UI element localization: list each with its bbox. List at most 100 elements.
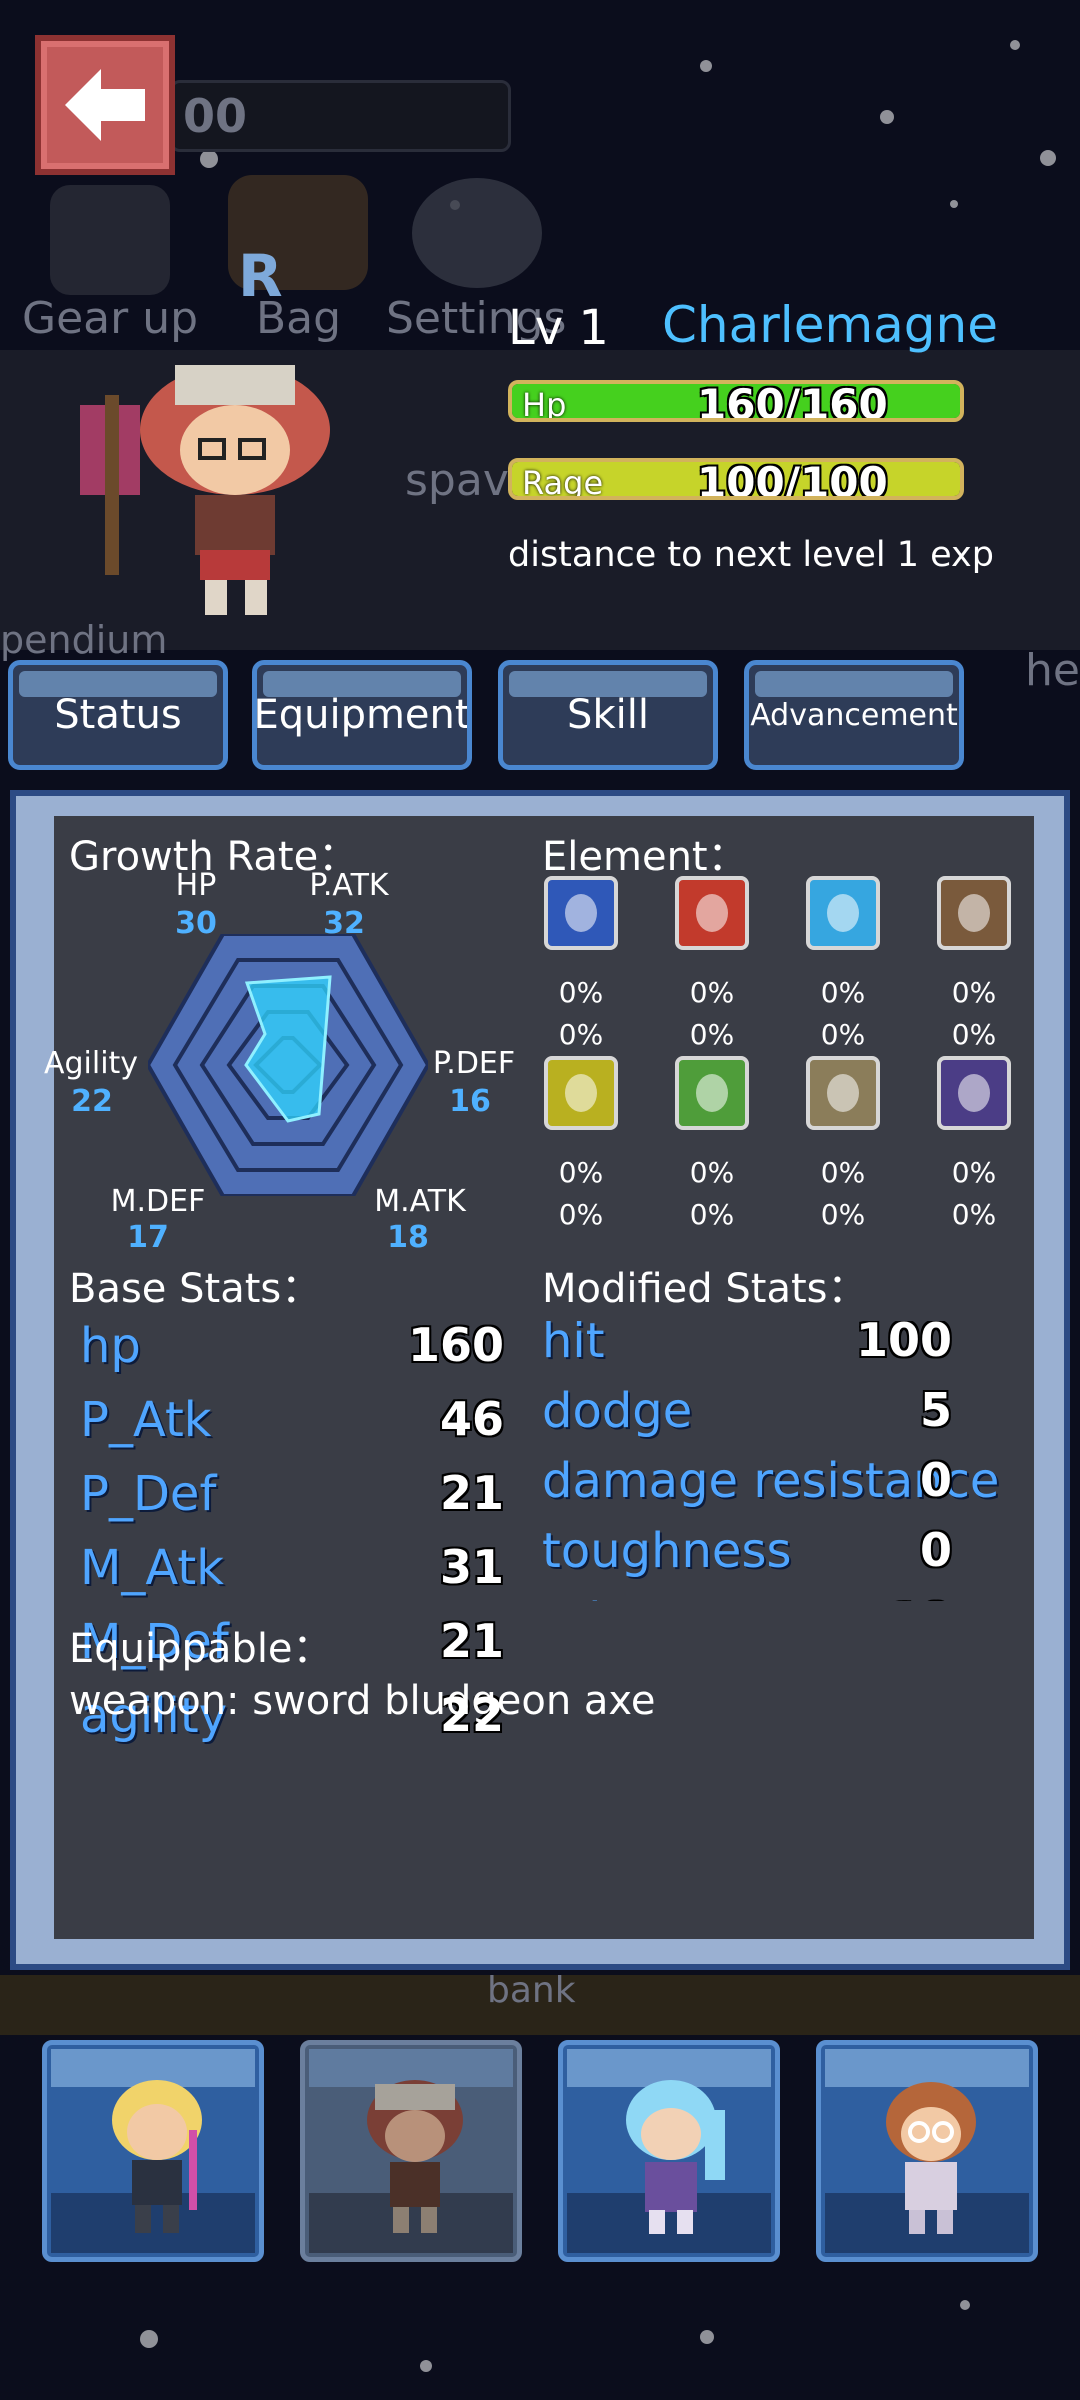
wind-icon-glyph — [696, 1074, 728, 1112]
bank-label: bank — [487, 1970, 576, 2011]
party-slot-1[interactable] — [42, 2040, 264, 2262]
hp-value: 160/160 — [697, 380, 888, 422]
tab-advancement[interactable]: Advancement — [744, 660, 964, 770]
element-resist-value: 0% — [820, 1156, 866, 1189]
party-slot-3[interactable] — [558, 2040, 780, 2262]
growth-label-agility: Agility — [43, 1046, 139, 1081]
base-stats-title: Base Stats： — [69, 1266, 322, 1312]
rage-value: 100/100 — [697, 458, 888, 500]
water-icon[interactable] — [806, 876, 880, 950]
element-resist-value: 0% — [689, 1156, 735, 1189]
element-damage-value: 0% — [689, 1198, 735, 1231]
base-stat-value: 46 — [439, 1392, 504, 1446]
dark-icon[interactable] — [937, 1056, 1011, 1130]
hero-name: Charlemagne — [662, 296, 998, 354]
party-slot-4[interactable] — [816, 2040, 1038, 2262]
spawn-label: spav — [405, 455, 509, 506]
gear-up-icon — [50, 185, 170, 295]
light-icon[interactable] — [806, 1056, 880, 1130]
hp-label: Hp — [522, 386, 567, 422]
tab-skill[interactable]: Skill — [498, 660, 718, 770]
tab-equipment-label: Equipment — [253, 692, 471, 738]
fire-icon-glyph — [696, 894, 728, 932]
base-stat-name: P_Atk — [80, 1392, 212, 1448]
base-stat-value: 31 — [439, 1540, 504, 1594]
growth-radar-chart — [148, 934, 428, 1196]
growth-value-mdef: 17 — [127, 1220, 169, 1255]
light-icon-glyph — [827, 1074, 859, 1112]
party-slot-2[interactable] — [300, 2040, 522, 2262]
modified-stats-scroll[interactable]: hit 100 dodge 5 damage resistance 0 toughness 0… — [542, 1321, 1034, 1601]
base-stat-value: 21 — [439, 1466, 504, 1520]
rage-label: Rage — [522, 464, 604, 500]
lightning-icon-glyph — [565, 1074, 597, 1112]
growth-label-pdef: P.DEF — [432, 1046, 516, 1081]
element-resist-value: 0% — [558, 1156, 604, 1189]
ice-icon-glyph — [565, 894, 597, 932]
growth-value-patk: 32 — [323, 906, 365, 941]
bandana-warrior-portrait — [367, 2080, 463, 2233]
blue-hair-mage-portrait — [626, 2080, 725, 2234]
tab-advancement-label: Advancement — [750, 697, 958, 733]
gold-value: 00 — [183, 89, 248, 143]
base-stat-name: hp — [80, 1318, 141, 1374]
modified-stats-title: Modified Stats： — [542, 1266, 868, 1312]
element-resist-value: 0% — [951, 1156, 997, 1189]
hero-level: Lv 1 — [508, 300, 609, 356]
back-button[interactable] — [35, 35, 175, 175]
right-label: he — [1025, 645, 1080, 696]
earth-icon-glyph — [958, 894, 990, 932]
modified-stat-name: toughness — [542, 1523, 792, 1579]
tab-equipment[interactable]: Equipment — [252, 660, 472, 770]
base-stat-name: M_Atk — [80, 1540, 225, 1596]
base-stat-name: P_Def — [80, 1466, 217, 1522]
element-damage-value: 0% — [951, 1198, 997, 1231]
growth-value-hp: 30 — [175, 906, 217, 941]
hero-portrait — [80, 365, 330, 615]
tab-skill-label: Skill — [567, 692, 649, 738]
element-resist-value: 0% — [689, 976, 735, 1009]
element-damage-value: 0% — [558, 1198, 604, 1231]
growth-label-patk: P.ATK — [309, 868, 389, 903]
equippable-title: Equippable： — [69, 1626, 333, 1672]
element-damage-value: 0% — [689, 1018, 735, 1051]
growth-label-matk: M.ATK — [374, 1184, 466, 1219]
modified-stat-name: hit — [542, 1321, 605, 1369]
modified-stat-value: 5 — [919, 1383, 952, 1437]
growth-label-hp: HP — [175, 868, 217, 903]
earth-icon[interactable] — [937, 876, 1011, 950]
rage-bar: Rage 100/100 — [508, 458, 964, 500]
growth-value-matk: 18 — [387, 1220, 429, 1255]
element-damage-value: 0% — [820, 1198, 866, 1231]
tab-status-label: Status — [54, 692, 182, 738]
modified-stat-value: 100 — [855, 1321, 952, 1367]
modified-stat-value: 0 — [919, 1523, 952, 1577]
modified-stat-name: crit — [542, 1593, 620, 1601]
hp-bar: Hp 160/160 — [508, 380, 964, 422]
dark-icon-glyph — [958, 1074, 990, 1112]
base-stat-value: 160 — [407, 1318, 504, 1372]
modified-stat-name: dodge — [542, 1383, 693, 1439]
element-resist-value: 0% — [820, 976, 866, 1009]
growth-value-pdef: 16 — [449, 1084, 491, 1119]
growth-value-agility: 22 — [71, 1084, 113, 1119]
gold-counter: 00 — [170, 80, 511, 152]
modified-stat-value: 0 — [919, 1453, 952, 1507]
glasses-cleric-portrait — [886, 2082, 976, 2234]
element-damage-value: 0% — [558, 1018, 604, 1051]
exp-text: distance to next level 1 exp — [508, 535, 994, 575]
tab-status[interactable]: Status — [8, 660, 228, 770]
wind-icon[interactable] — [675, 1056, 749, 1130]
fire-icon[interactable] — [675, 876, 749, 950]
element-damage-value: 0% — [820, 1018, 866, 1051]
settings-icon — [412, 178, 542, 288]
element-resist-value: 0% — [558, 976, 604, 1009]
back-arrow-icon — [65, 69, 145, 141]
equippable-text: weapon: sword bludgeon axe — [69, 1678, 656, 1724]
status-panel-inner: Growth Rate： HP 30 P.ATK 32 P.DEF 16 M.A… — [44, 816, 1034, 1939]
water-icon-glyph — [827, 894, 859, 932]
ice-icon[interactable] — [544, 876, 618, 950]
lightning-icon[interactable] — [544, 1056, 618, 1130]
blonde-knight-portrait — [112, 2080, 202, 2233]
element-resist-value: 0% — [951, 976, 997, 1009]
